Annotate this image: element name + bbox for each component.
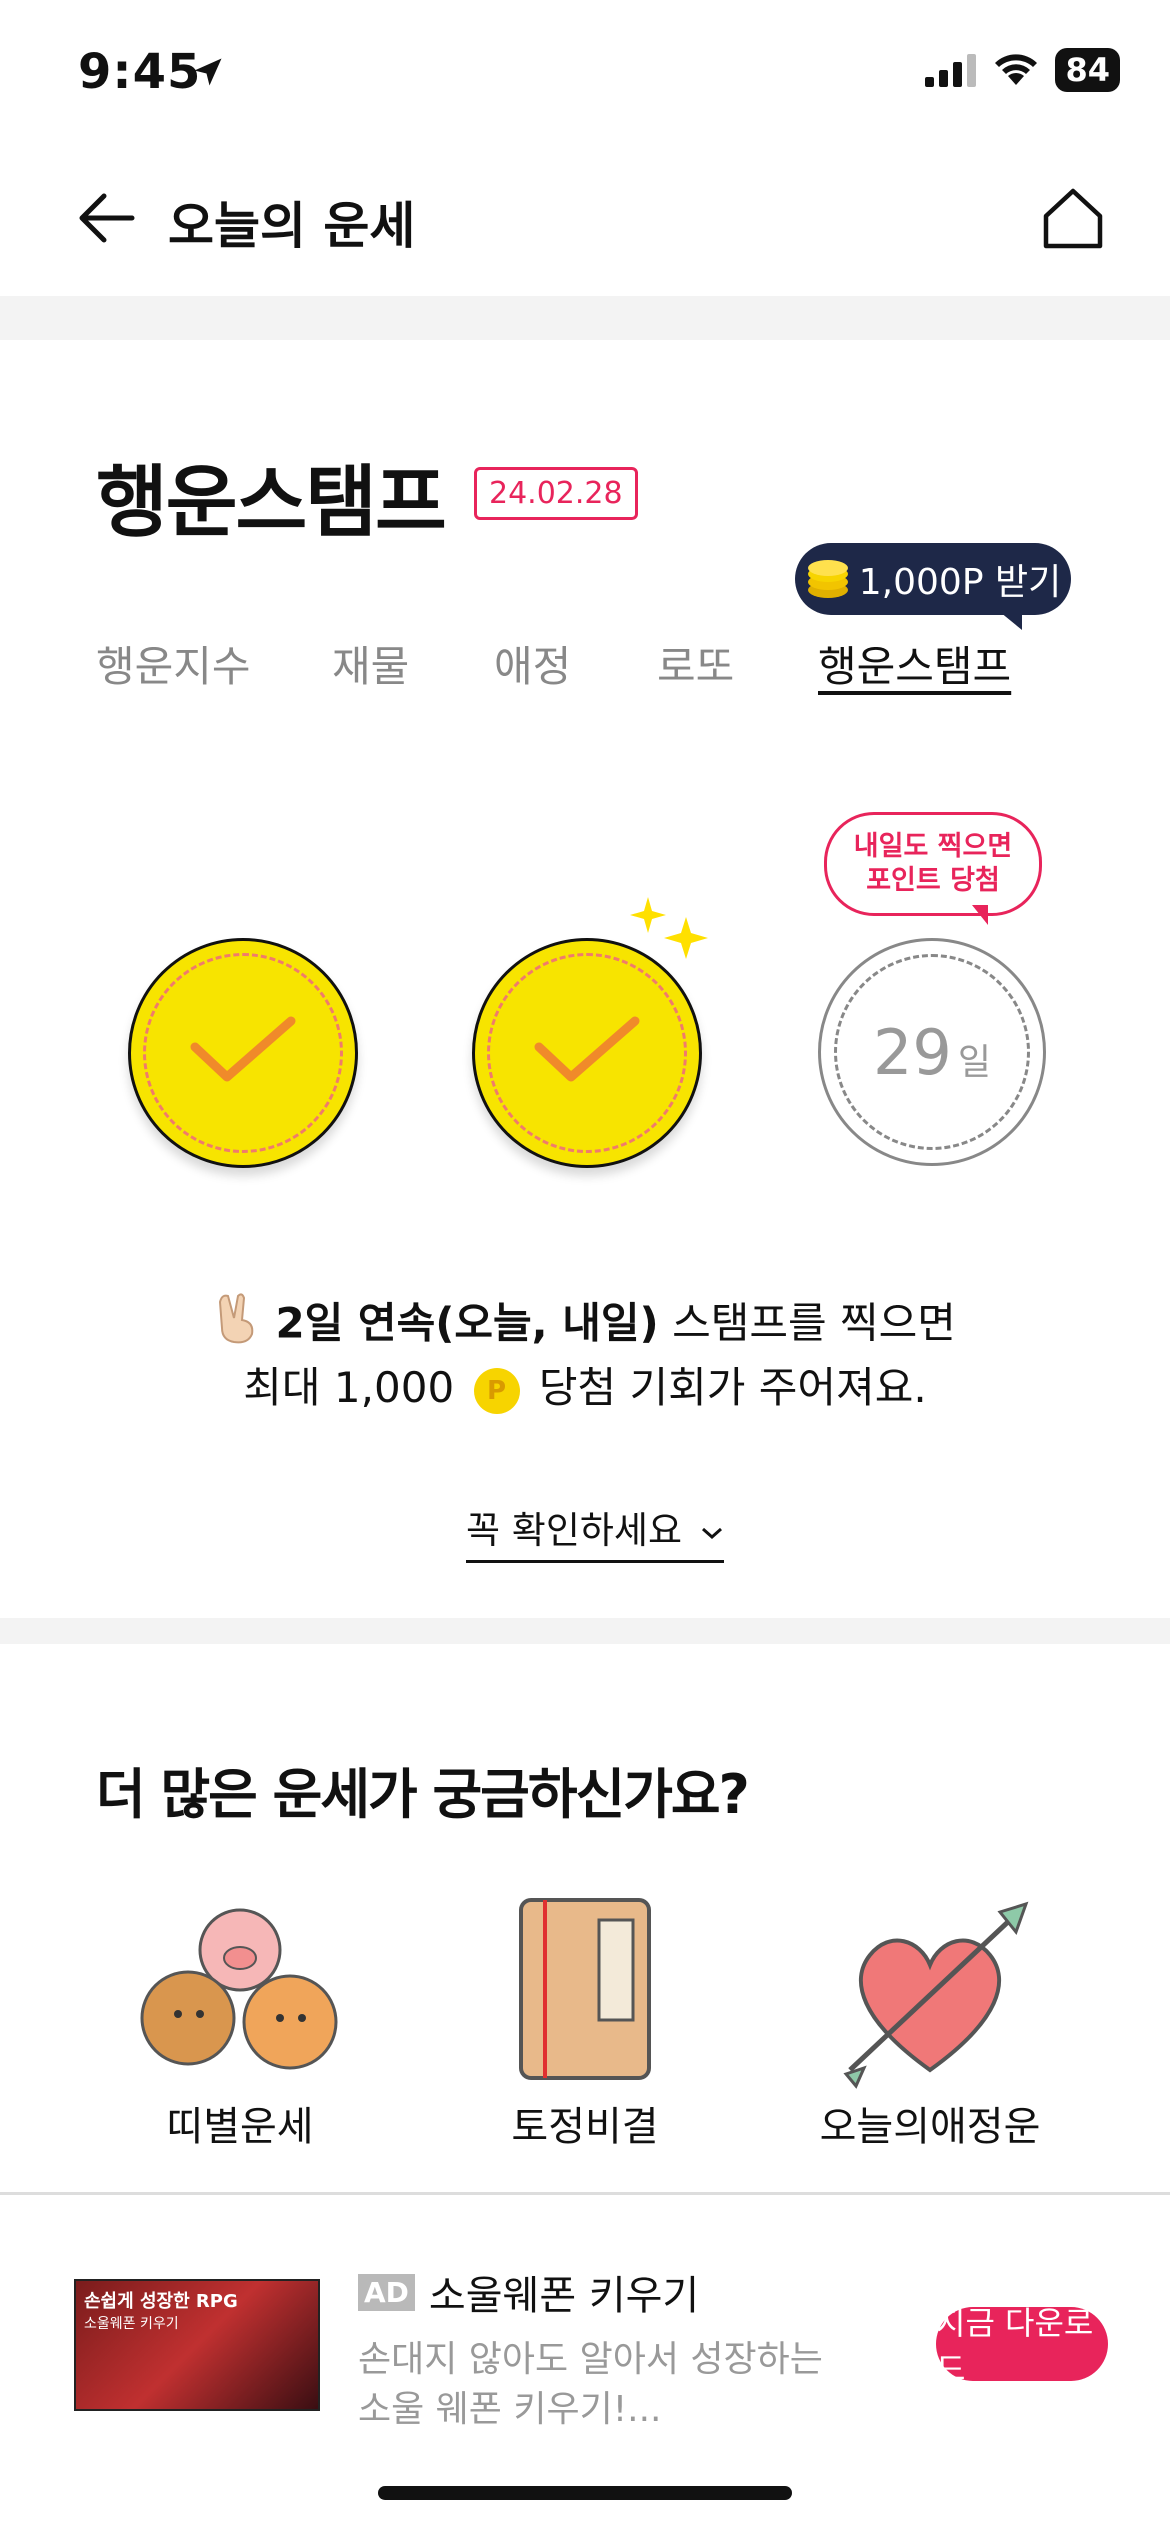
back-arrow-icon: [79, 193, 135, 243]
stamp-checked-1: [128, 938, 358, 1168]
tooltip-tail: [972, 905, 988, 925]
info-line-2: 최대 1,000 P 당첨 기회가 주어져요.: [0, 1358, 1170, 1418]
tooltip-line-1: 내일도 찍으면: [853, 831, 1013, 862]
more-fortunes-title: 더 많은 운세가 궁금하신가요?: [96, 1763, 750, 1826]
day-number: 29: [872, 1015, 952, 1089]
section-divider: [0, 1618, 1170, 1644]
point-coin-icon: P: [473, 1367, 520, 1414]
point-reward-label: 1,000P 받기: [858, 562, 1062, 603]
info-line2-b: 당첨 기회가 주어져요.: [538, 1363, 927, 1412]
category-zodiac[interactable]: 띠별운세: [90, 1890, 390, 2152]
home-icon: [1043, 188, 1103, 249]
category-label: 토정비결: [511, 2104, 659, 2150]
tab-wealth[interactable]: 재물: [332, 633, 409, 694]
victory-hand-icon: [214, 1292, 262, 1360]
ad-thumb-line-2: 소울웨폰 키우기: [84, 2316, 179, 2332]
check-notice-link[interactable]: 꼭 확인하세요: [466, 1500, 724, 1563]
ad-title: 소울웨폰 키우기: [428, 2273, 700, 2319]
check-icon: [190, 1016, 296, 1082]
ad-banner[interactable]: 손쉽게 성장한 RPG 소울웨폰 키우기 AD 소울웨폰 키우기 손대지 않아도…: [0, 2192, 1170, 2535]
cellular-signal-icon: [925, 54, 977, 87]
location-arrow-icon: [190, 54, 226, 94]
status-time: 9:45: [78, 44, 202, 100]
ad-desc-line-2: 소울 웨폰 키우기!...: [358, 2389, 662, 2430]
category-label: 띠별운세: [166, 2104, 314, 2150]
point-bubble-tail: [1000, 612, 1022, 630]
day-unit: 일: [957, 1042, 992, 1083]
ad-desc-line-1: 손대지 않아도 알아서 성장하는: [358, 2339, 823, 2380]
stamp-tomorrow: 29 일: [818, 938, 1046, 1166]
book-icon: [519, 1898, 651, 2080]
tomorrow-tooltip: 내일도 찍으면 포인트 당첨: [824, 812, 1042, 916]
section-divider: [0, 296, 1170, 340]
category-tojeong[interactable]: 토정비결: [435, 1890, 735, 2152]
ad-thumb-line-1: 손쉽게 성장한 RPG: [84, 2291, 238, 2312]
heart-arrow-icon: [843, 1901, 1029, 2089]
zodiac-animals-icon: [140, 1908, 338, 2070]
chevron-down-icon: [701, 1527, 722, 1539]
info-bold: 2일 연속(오늘, 내일): [275, 1298, 659, 1348]
tab-luck-index[interactable]: 행운지수: [96, 633, 251, 694]
home-indicator: [378, 2486, 792, 2500]
point-reward-bubble[interactable]: 1,000P 받기: [795, 543, 1071, 615]
category-label: 오늘의애정운: [819, 2104, 1041, 2150]
battery-icon: 84: [1055, 48, 1120, 92]
info-line-1: 2일 연속(오늘, 내일) 스탬프를 찍으면: [0, 1292, 1170, 1360]
home-button[interactable]: [1040, 186, 1106, 254]
sparkle-icon: [630, 895, 710, 969]
section-title: 행운스탬프: [96, 458, 447, 548]
ad-description: 손대지 않아도 알아서 성장하는 소울 웨폰 키우기!...: [358, 2335, 823, 2435]
tab-love[interactable]: 애정: [494, 633, 571, 694]
ad-tag: AD: [358, 2273, 415, 2311]
tab-lotto[interactable]: 로또: [657, 633, 734, 694]
status-icons: 84: [925, 48, 1120, 92]
ad-thumbnail: 손쉽게 성장한 RPG 소울웨폰 키우기: [74, 2279, 320, 2411]
category-love[interactable]: 오늘의애정운: [780, 1890, 1080, 2152]
stamp-checked-2: [472, 938, 702, 1168]
date-badge: 24.02.28: [474, 467, 638, 520]
tooltip-line-2: 포인트 당첨: [866, 865, 1000, 896]
info-line2-a: 최대 1,000: [243, 1363, 455, 1412]
check-link-label: 꼭 확인하세요: [466, 1509, 683, 1552]
page-title: 오늘의 운세: [168, 197, 416, 255]
check-icon: [534, 1016, 640, 1082]
info-rest: 스탬프를 찍으면: [658, 1298, 956, 1348]
ad-title-row: AD 소울웨폰 키우기: [358, 2263, 699, 2321]
wifi-icon: [995, 54, 1038, 85]
download-now-button[interactable]: 지금 다운로드: [936, 2304, 1108, 2388]
back-button[interactable]: [76, 190, 136, 250]
tab-lucky-stamp[interactable]: 행운스탬프: [818, 633, 1011, 694]
coin-stack-icon: [807, 560, 848, 598]
